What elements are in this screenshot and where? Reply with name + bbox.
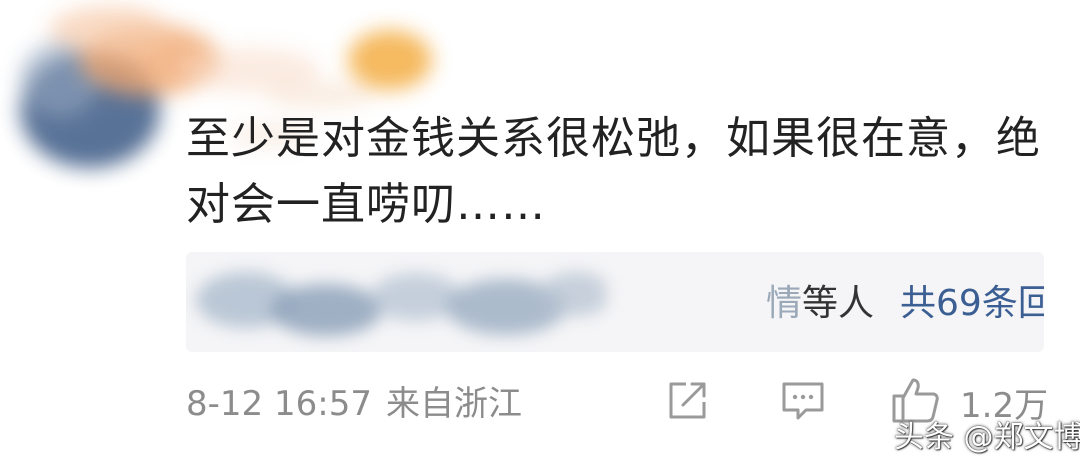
comment-line-1: 至少是对金钱关系很松弛，如果很在意，绝	[186, 113, 1041, 164]
blurred-reply-names	[196, 272, 606, 336]
comment-location: 来自浙江	[385, 384, 522, 424]
comment-card: 至少是对金钱关系很松弛，如果很在意，绝 对会一直唠叨…… 情等人共69条回复 8…	[0, 0, 1080, 464]
reply-users-fragment: 情	[766, 283, 803, 324]
reply-preview[interactable]: 情等人共69条回复	[186, 252, 1044, 352]
comment-meta: 8-12 16:57 来自浙江	[186, 380, 522, 428]
share-icon[interactable]	[664, 378, 710, 424]
watermark: 头条 @郑文博	[894, 420, 1080, 455]
reply-users-suffix: 等人	[802, 283, 875, 324]
comment-timestamp: 8-12 16:57	[186, 384, 372, 424]
reply-summary[interactable]: 情等人共69条回复	[766, 282, 1044, 326]
comment-line-2: 对会一直唠叨……	[186, 179, 546, 230]
comment-icon[interactable]	[780, 378, 826, 424]
reply-count-link[interactable]: 共69条回复	[900, 283, 1044, 324]
comment-body: 至少是对金钱关系很松弛，如果很在意，绝 对会一直唠叨……	[186, 106, 1056, 238]
